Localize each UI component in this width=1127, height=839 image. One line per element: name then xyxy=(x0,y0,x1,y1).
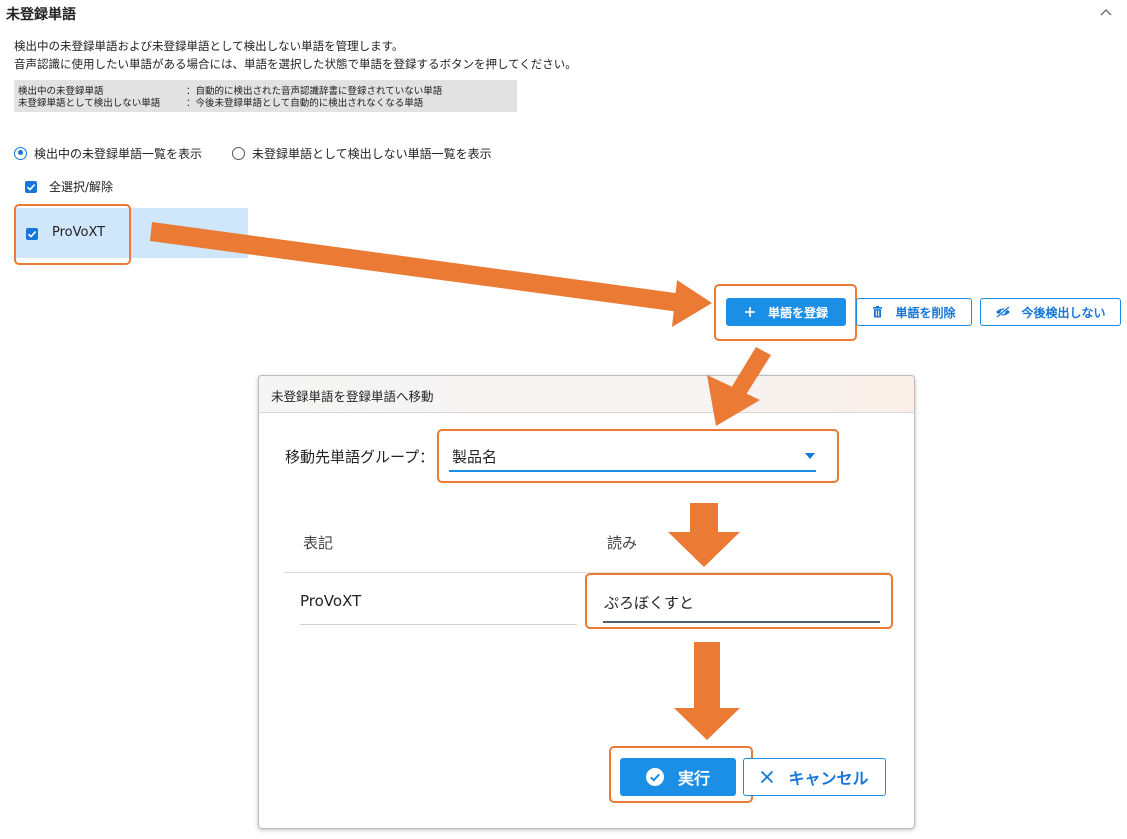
arrow-to-register-button xyxy=(150,222,690,313)
instruction-arrows xyxy=(150,222,771,740)
arrow-to-execute xyxy=(674,642,740,740)
arrow-to-register-button-head xyxy=(672,280,712,327)
arrow-to-reading xyxy=(668,503,740,567)
